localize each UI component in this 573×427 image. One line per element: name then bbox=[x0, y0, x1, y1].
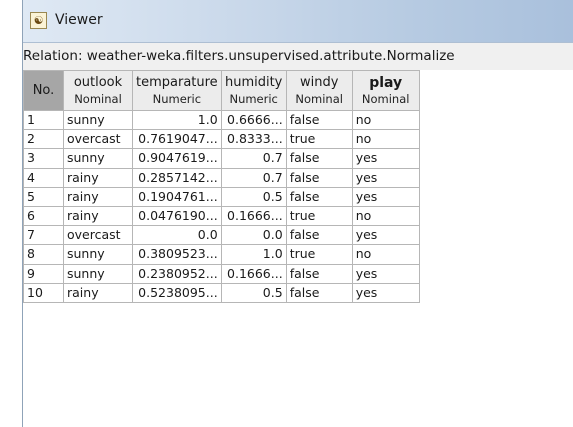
cell-temparature[interactable]: 0.2857142... bbox=[132, 167, 222, 188]
cell-temparature[interactable]: 0.7619047... bbox=[132, 129, 222, 150]
cell-humidity[interactable]: 0.8333... bbox=[220, 129, 287, 150]
cell-humidity[interactable]: 0.7 bbox=[220, 167, 287, 188]
cell-temparature[interactable]: 0.1904761... bbox=[132, 186, 222, 207]
table-row[interactable]: 1 sunny 1.0 0.6666... false no bbox=[23, 109, 420, 131]
cell-temparature[interactable]: 0.5238095... bbox=[132, 282, 222, 303]
table-row[interactable]: 7 overcast 0.0 0.0 false yes bbox=[23, 225, 420, 246]
cell-outlook[interactable]: overcast bbox=[63, 225, 133, 246]
column-header-type: Numeric bbox=[152, 91, 202, 106]
table-row[interactable]: 9 sunny 0.2380952... 0.1666... false yes bbox=[23, 263, 420, 284]
column-header-name: windy bbox=[299, 74, 339, 90]
cell-outlook[interactable]: rainy bbox=[63, 186, 133, 207]
column-header-name: No. bbox=[32, 82, 55, 98]
weka-app-icon[interactable]: ☯ bbox=[30, 12, 47, 29]
header-row: No. outlook Nominal temparature Numeric … bbox=[23, 70, 420, 111]
cell-humidity[interactable]: 0.5 bbox=[220, 282, 287, 303]
cell-humidity[interactable]: 0.6666... bbox=[220, 109, 287, 131]
cell-windy[interactable]: true bbox=[285, 244, 353, 265]
cell-humidity[interactable]: 0.7 bbox=[220, 148, 287, 169]
cell-no[interactable]: 8 bbox=[23, 244, 64, 265]
cell-windy[interactable]: false bbox=[285, 167, 353, 188]
cell-play[interactable]: yes bbox=[351, 263, 420, 284]
cell-outlook[interactable]: rainy bbox=[63, 205, 133, 227]
cell-windy[interactable]: false bbox=[285, 109, 353, 131]
column-header-no[interactable]: No. bbox=[23, 70, 64, 111]
cell-play[interactable]: yes bbox=[351, 186, 420, 207]
cell-windy[interactable]: false bbox=[285, 282, 353, 303]
cell-no[interactable]: 3 bbox=[23, 148, 64, 169]
cell-humidity[interactable]: 0.5 bbox=[220, 186, 287, 207]
cell-humidity[interactable]: 0.1666... bbox=[220, 205, 287, 227]
cell-no[interactable]: 2 bbox=[23, 129, 64, 150]
table-row[interactable]: 4 rainy 0.2857142... 0.7 false yes bbox=[23, 167, 420, 188]
table-row[interactable]: 2 overcast 0.7619047... 0.8333... true no bbox=[23, 129, 420, 150]
data-table: No. outlook Nominal temparature Numeric … bbox=[23, 70, 420, 303]
cell-temparature[interactable]: 1.0 bbox=[132, 109, 222, 131]
column-header-type: Nominal bbox=[74, 91, 122, 106]
column-header-humidity[interactable]: humidity Numeric bbox=[220, 70, 287, 111]
cell-play[interactable]: no bbox=[351, 129, 420, 150]
data-grid-area[interactable]: No. outlook Nominal temparature Numeric … bbox=[23, 70, 573, 427]
cell-no[interactable]: 7 bbox=[23, 225, 64, 246]
cell-no[interactable]: 10 bbox=[23, 282, 64, 303]
cell-no[interactable]: 4 bbox=[23, 167, 64, 188]
column-header-type: Nominal bbox=[361, 91, 410, 106]
title-bar[interactable]: ☯ Viewer bbox=[23, 0, 573, 43]
cell-play[interactable]: no bbox=[351, 244, 420, 265]
cell-no[interactable]: 9 bbox=[23, 263, 64, 284]
cell-no[interactable]: 6 bbox=[23, 205, 64, 227]
cell-outlook[interactable]: rainy bbox=[63, 167, 133, 188]
cell-temparature[interactable]: 0.2380952... bbox=[132, 263, 222, 284]
cell-temparature[interactable]: 0.3809523... bbox=[132, 244, 222, 265]
cell-windy[interactable]: false bbox=[285, 225, 353, 246]
column-header-play[interactable]: play Nominal bbox=[351, 70, 420, 111]
cell-outlook[interactable]: sunny bbox=[63, 263, 133, 284]
cell-temparature[interactable]: 0.9047619... bbox=[132, 148, 222, 169]
cell-humidity[interactable]: 0.1666... bbox=[220, 263, 287, 284]
column-header-outlook[interactable]: outlook Nominal bbox=[63, 70, 133, 111]
column-header-windy[interactable]: windy Nominal bbox=[285, 70, 353, 111]
table-row[interactable]: 6 rainy 0.0476190... 0.1666... true no bbox=[23, 205, 420, 227]
cell-play[interactable]: yes bbox=[351, 167, 420, 188]
table-row[interactable]: 8 sunny 0.3809523... 1.0 true no bbox=[23, 244, 420, 265]
cell-outlook[interactable]: sunny bbox=[63, 148, 133, 169]
cell-temparature[interactable]: 0.0476190... bbox=[132, 205, 222, 227]
column-header-type: Nominal bbox=[295, 91, 343, 106]
viewer-window: ☯ Viewer Relation: weather-weka.filters.… bbox=[22, 0, 573, 427]
cell-outlook[interactable]: overcast bbox=[63, 129, 133, 150]
cell-humidity[interactable]: 0.0 bbox=[220, 225, 287, 246]
table-row[interactable]: 3 sunny 0.9047619... 0.7 false yes bbox=[23, 148, 420, 169]
cell-windy[interactable]: false bbox=[285, 148, 353, 169]
cell-humidity[interactable]: 1.0 bbox=[220, 244, 287, 265]
column-header-name: humidity bbox=[224, 74, 283, 90]
cell-play[interactable]: no bbox=[351, 109, 420, 131]
cell-no[interactable]: 5 bbox=[23, 186, 64, 207]
cell-windy[interactable]: true bbox=[285, 205, 353, 227]
window-title: Viewer bbox=[55, 12, 103, 28]
cell-outlook[interactable]: rainy bbox=[63, 282, 133, 303]
cell-play[interactable]: yes bbox=[351, 282, 420, 303]
column-header-temparature[interactable]: temparature Numeric bbox=[132, 70, 222, 111]
cell-play[interactable]: no bbox=[351, 205, 420, 227]
column-header-name: outlook bbox=[73, 74, 123, 90]
column-header-name: play bbox=[369, 74, 403, 91]
cell-play[interactable]: yes bbox=[351, 225, 420, 246]
table-row[interactable]: 10 rainy 0.5238095... 0.5 false yes bbox=[23, 282, 420, 303]
cell-windy[interactable]: true bbox=[285, 129, 353, 150]
column-header-name: temparature bbox=[136, 74, 218, 90]
cell-windy[interactable]: false bbox=[285, 186, 353, 207]
column-header-type: Numeric bbox=[229, 91, 278, 106]
cell-outlook[interactable]: sunny bbox=[63, 109, 133, 131]
table-row[interactable]: 5 rainy 0.1904761... 0.5 false yes bbox=[23, 186, 420, 207]
cell-temparature[interactable]: 0.0 bbox=[132, 225, 222, 246]
cell-no[interactable]: 1 bbox=[23, 109, 64, 131]
cell-outlook[interactable]: sunny bbox=[63, 244, 133, 265]
cell-windy[interactable]: false bbox=[285, 263, 353, 284]
table-body: 1 sunny 1.0 0.6666... false no 2 overcast 0.7619… bbox=[23, 109, 420, 303]
relation-label: Relation: weather-weka.filters.unsupervi… bbox=[23, 48, 455, 64]
cell-play[interactable]: yes bbox=[351, 148, 420, 169]
